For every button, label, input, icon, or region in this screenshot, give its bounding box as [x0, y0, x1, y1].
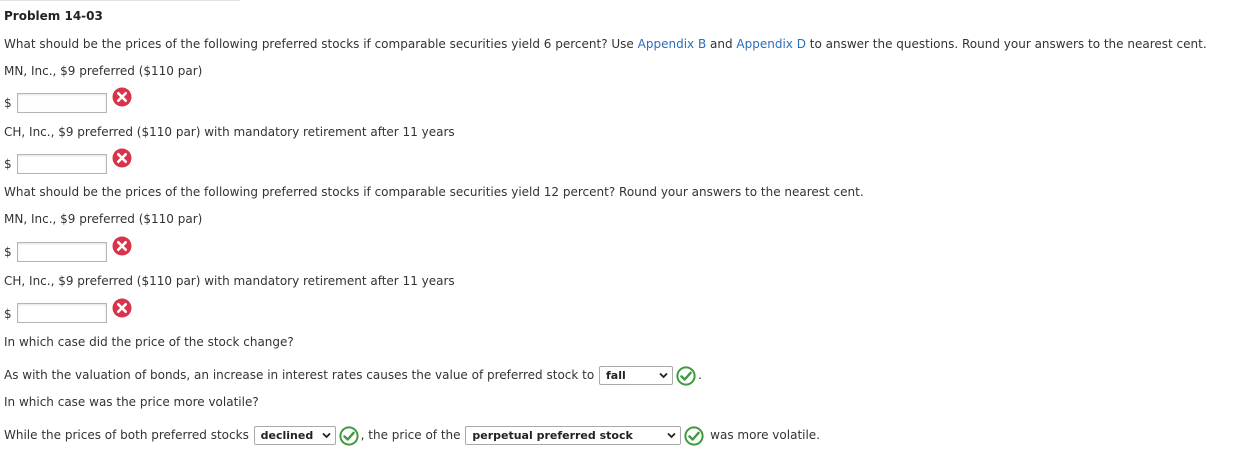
dollar-sign: $	[4, 96, 12, 110]
stock-type-dropdown[interactable]: perpetual preferred stock	[465, 426, 682, 445]
mn-12pct-label: MN, Inc., $9 preferred ($110 par)	[4, 212, 203, 226]
x-circle-icon	[112, 148, 132, 168]
sentence-interest-rate-start: As with the valuation of bonds, an incre…	[4, 368, 599, 382]
ch-6pct-label: CH, Inc., $9 preferred ($110 par) with m…	[4, 125, 455, 139]
chevron-down-icon	[322, 432, 331, 439]
mn-6pct-price-input[interactable]	[17, 93, 107, 113]
mn-12pct-price-input[interactable]	[17, 242, 107, 262]
problem-title: Problem 14-03	[4, 9, 103, 23]
sentence-volatility-mid: , the price of the	[360, 428, 465, 442]
question-part1: What should be the prices of the followi…	[4, 36, 1207, 52]
appendix-b-link[interactable]: Appendix B	[638, 37, 707, 51]
chevron-down-icon	[667, 432, 676, 439]
question-price-change: In which case did the price of the stock…	[4, 335, 294, 349]
sentence-volatility-end: was more volatile.	[706, 428, 821, 442]
question-part2: What should be the prices of the followi…	[4, 185, 864, 199]
declined-dropdown-value: declined	[260, 429, 314, 442]
fall-dropdown[interactable]: fall	[599, 366, 674, 385]
ch-12pct-price-input[interactable]	[17, 303, 107, 323]
dollar-sign: $	[4, 157, 12, 171]
sentence-interest-rate: As with the valuation of bonds, an incre…	[4, 364, 702, 386]
x-circle-icon	[112, 87, 132, 107]
dollar-sign: $	[4, 245, 12, 259]
check-circle-icon	[676, 365, 696, 386]
dollar-sign: $	[4, 307, 12, 321]
fall-dropdown-value: fall	[606, 369, 626, 382]
sentence-interest-rate-end: .	[698, 368, 702, 382]
mn-6pct-label: MN, Inc., $9 preferred ($110 par)	[4, 64, 203, 78]
stock-type-dropdown-value: perpetual preferred stock	[472, 429, 633, 442]
check-circle-icon	[339, 425, 359, 446]
question-volatility: In which case was the price more volatil…	[4, 395, 259, 409]
ch-12pct-label: CH, Inc., $9 preferred ($110 par) with m…	[4, 274, 455, 288]
declined-dropdown[interactable]: declined	[253, 426, 336, 445]
ch-6pct-price-input[interactable]	[17, 154, 107, 174]
question-part1-text-start: What should be the prices of the followi…	[4, 37, 638, 51]
appendix-d-link[interactable]: Appendix D	[736, 37, 806, 51]
check-circle-icon	[684, 425, 704, 446]
sentence-volatility-start: While the prices of both preferred stock…	[4, 428, 253, 442]
question-part1-text-end: to answer the questions. Round your answ…	[805, 37, 1207, 51]
chevron-down-icon	[659, 372, 668, 379]
sentence-volatility: While the prices of both preferred stock…	[4, 424, 820, 446]
question-part1-text-mid: and	[706, 37, 737, 51]
x-circle-icon	[112, 236, 132, 256]
x-circle-icon	[112, 298, 132, 318]
top-rule	[0, 0, 240, 1]
